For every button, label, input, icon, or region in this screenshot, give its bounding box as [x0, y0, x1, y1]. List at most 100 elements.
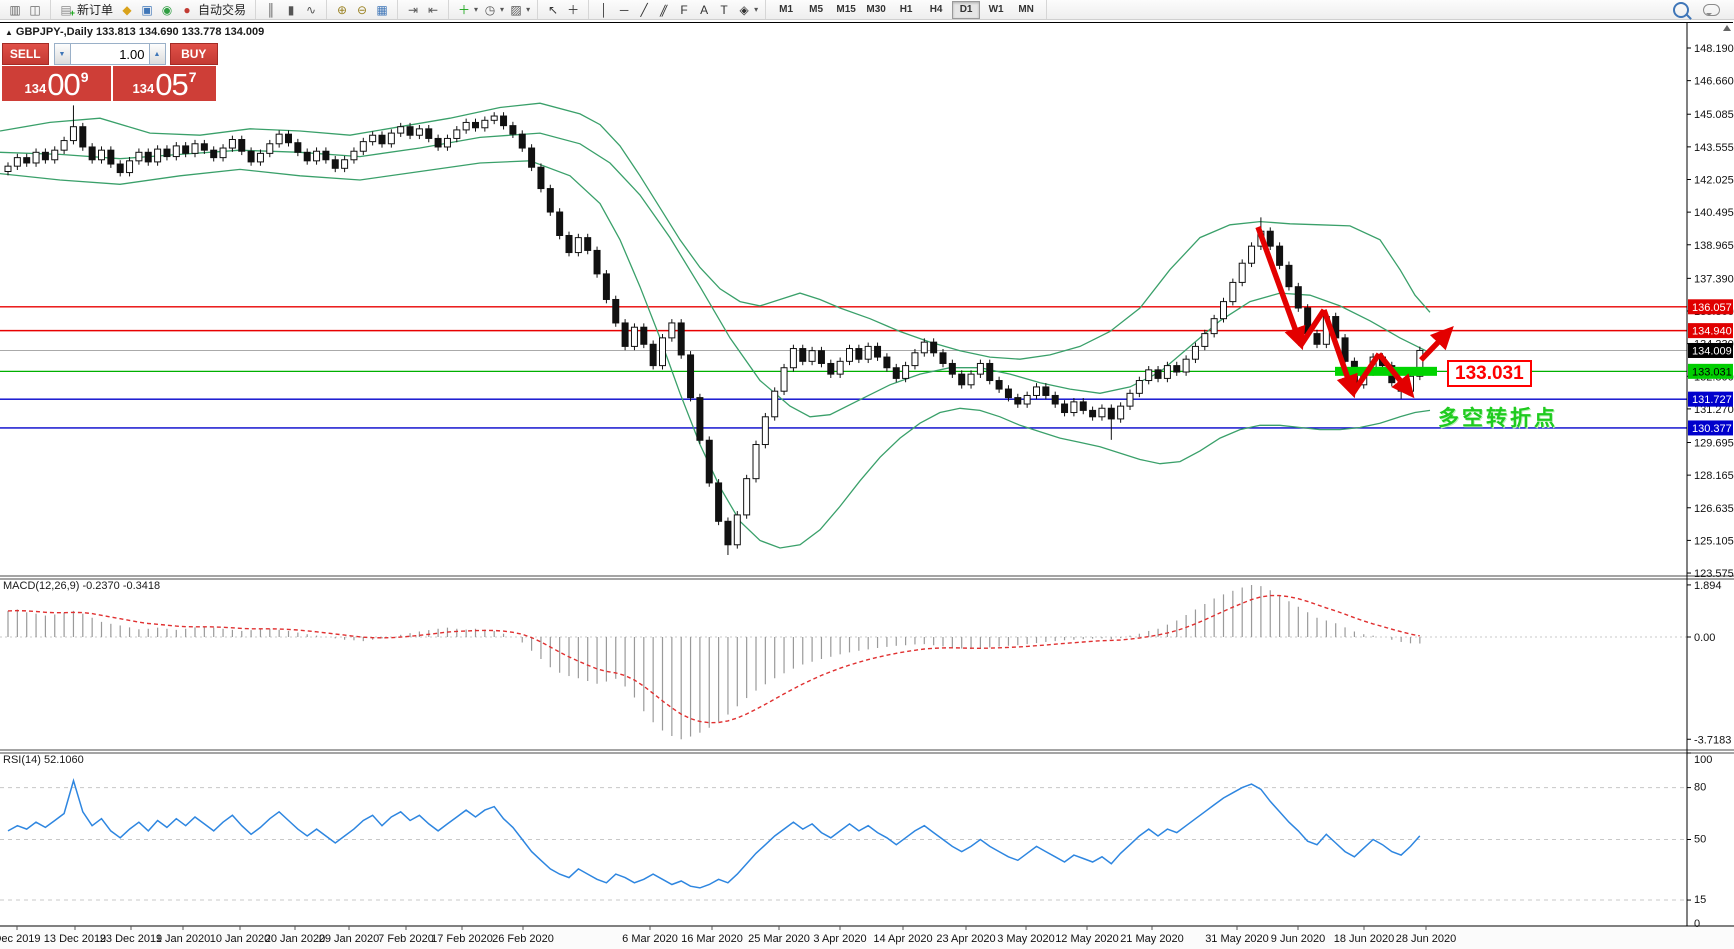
- timeframe-m1[interactable]: M1: [772, 1, 800, 19]
- one-click-trading-panel: SELL ▼ 1.00 ▲ BUY 134 00 9 134 05 7: [2, 43, 218, 101]
- svg-text:140.495: 140.495: [1694, 207, 1734, 219]
- chart-symbol-info: ▲GBPJPY-,Daily 133.813 134.690 133.778 1…: [5, 26, 264, 38]
- svg-text:14 Apr 2020: 14 Apr 2020: [873, 933, 932, 945]
- text-label-icon[interactable]: T: [714, 1, 734, 18]
- volume-input[interactable]: 1.00: [71, 43, 149, 65]
- chart-window[interactable]: 148.190146.660145.085143.555142.025140.4…: [0, 22, 1733, 949]
- svg-text:133.031: 133.031: [1692, 366, 1732, 378]
- text-icon[interactable]: A: [694, 1, 714, 18]
- svg-text:20 Jan 2020: 20 Jan 2020: [265, 933, 326, 945]
- sell-button[interactable]: SELL: [2, 43, 49, 65]
- svg-text:12 May 2020: 12 May 2020: [1055, 933, 1119, 945]
- pivot-note-text[interactable]: 多空转折点: [1438, 402, 1558, 432]
- arrows-objects-icon[interactable]: ◈: [734, 1, 754, 18]
- sell-price-display[interactable]: 134 00 9: [2, 66, 111, 101]
- auto-scroll-icon[interactable]: ⇥: [403, 1, 423, 18]
- tile-windows-icon[interactable]: ▦: [372, 1, 392, 18]
- arrows-objects-icon-caret[interactable]: ▾: [754, 5, 758, 14]
- svg-text:100: 100: [1694, 754, 1712, 766]
- profile-window-icon[interactable]: ▥: [5, 1, 25, 18]
- svg-text:123.575: 123.575: [1694, 568, 1734, 580]
- svg-text:23 Apr 2020: 23 Apr 2020: [936, 933, 995, 945]
- horizontal-line-icon[interactable]: ─: [614, 1, 634, 18]
- svg-text:10 Jan 2020: 10 Jan 2020: [210, 933, 271, 945]
- sell-price-big-figure: 134: [25, 81, 47, 96]
- bar-chart-icon[interactable]: ║: [261, 1, 281, 18]
- vertical-line-icon[interactable]: │: [594, 1, 614, 18]
- zoom-in-icon[interactable]: ⊕: [332, 1, 352, 18]
- svg-text:-3.7183: -3.7183: [1694, 734, 1731, 746]
- svg-text:138.965: 138.965: [1694, 240, 1734, 252]
- trendline-icon[interactable]: ╱: [634, 1, 654, 18]
- equidistant-channel-icon[interactable]: ∥: [654, 1, 674, 18]
- timeframe-h4[interactable]: H4: [922, 1, 950, 19]
- svg-text:129.695: 129.695: [1694, 437, 1734, 449]
- symbol-expander-icon[interactable]: ▲: [5, 28, 13, 37]
- periods-icon-caret[interactable]: ▾: [500, 5, 504, 14]
- svg-text:7 Feb 2020: 7 Feb 2020: [378, 933, 434, 945]
- signals-icon[interactable]: ◉: [157, 1, 177, 18]
- date-axis: Dec 201913 Dec 201923 Dec 20191 Jan 2020…: [0, 926, 1734, 949]
- svg-text:0.00: 0.00: [1694, 632, 1715, 644]
- cursor-icon[interactable]: ↖: [543, 1, 563, 18]
- timeframe-mn[interactable]: MN: [1012, 1, 1040, 19]
- candlestick-chart-icon[interactable]: ▮: [281, 1, 301, 18]
- toolbar-group: ▤+新订单◆▣◉●自动交易: [51, 0, 256, 19]
- autotrading-icon[interactable]: ●: [177, 1, 197, 18]
- volume-decrease-button[interactable]: ▼: [54, 43, 71, 65]
- svg-text:13 Dec 2019: 13 Dec 2019: [44, 933, 106, 945]
- svg-text:126.635: 126.635: [1694, 503, 1734, 515]
- crosshair-icon[interactable]: ＋: [563, 1, 583, 18]
- new-order-label[interactable]: 新订单: [77, 1, 113, 18]
- toolbar-group: ⇥⇤: [398, 0, 449, 19]
- chart-canvas[interactable]: 148.190146.660145.085143.555142.025140.4…: [0, 23, 1734, 949]
- svg-text:26 Feb 2020: 26 Feb 2020: [492, 933, 554, 945]
- timeframe-h1[interactable]: H1: [892, 1, 920, 19]
- toolbar-group: │─╱∥FAT◈▾: [589, 0, 766, 19]
- buy-price-pips: 05: [155, 71, 187, 99]
- new-order-icon[interactable]: ▤+: [56, 1, 76, 18]
- line-chart-icon[interactable]: ∿: [301, 1, 321, 18]
- svg-text:50: 50: [1694, 834, 1706, 846]
- svg-text:137.390: 137.390: [1694, 273, 1734, 285]
- sell-price-point: 9: [81, 69, 89, 85]
- market-watch-icon[interactable]: ▣: [137, 1, 157, 18]
- timeframe-m15[interactable]: M15: [832, 1, 860, 19]
- tick-chart-icon[interactable]: ◫: [25, 1, 45, 18]
- templates-icon-caret[interactable]: ▾: [526, 5, 530, 14]
- timeframe-d1[interactable]: D1: [952, 1, 980, 19]
- svg-text:134.940: 134.940: [1692, 326, 1732, 338]
- toolbar-group: ▥◫: [0, 0, 51, 19]
- indicators-icon[interactable]: ＋: [454, 1, 474, 18]
- chart-shift-icon[interactable]: ⇤: [423, 1, 443, 18]
- toolbar-group: ║▮∿: [256, 0, 327, 19]
- templates-icon[interactable]: ▨: [506, 1, 526, 18]
- symbol-ohlc: 133.813 134.690 133.778 134.009: [96, 26, 264, 38]
- indicators-icon-caret[interactable]: ▾: [474, 5, 478, 14]
- support-price-label[interactable]: 133.031: [1447, 360, 1532, 387]
- svg-text:146.660: 146.660: [1694, 76, 1734, 88]
- timeframe-w1[interactable]: W1: [982, 1, 1010, 19]
- timeframe-m5[interactable]: M5: [802, 1, 830, 19]
- buy-price-big-figure: 134: [133, 81, 155, 96]
- autotrading-label[interactable]: 自动交易: [198, 1, 246, 18]
- buy-button[interactable]: BUY: [170, 43, 218, 65]
- svg-text:128.165: 128.165: [1694, 470, 1734, 482]
- macd-label: MACD(12,26,9) -0.2370 -0.3418: [3, 580, 160, 592]
- support-highlight-bar: [1335, 367, 1437, 376]
- timeframe-m30[interactable]: M30: [862, 1, 890, 19]
- svg-text:3 May 2020: 3 May 2020: [997, 933, 1054, 945]
- periods-icon[interactable]: ◷: [480, 1, 500, 18]
- volume-increase-button[interactable]: ▲: [149, 43, 166, 65]
- svg-text:1 Jan 2020: 1 Jan 2020: [156, 933, 210, 945]
- metaeditor-icon[interactable]: ◆: [117, 1, 137, 18]
- svg-text:125.105: 125.105: [1694, 535, 1734, 547]
- search-icon[interactable]: [1673, 2, 1689, 18]
- toolbar-right-group: [1660, 0, 1734, 19]
- chat-icon[interactable]: [1703, 4, 1720, 16]
- buy-price-display[interactable]: 134 05 7: [113, 66, 216, 101]
- zoom-out-icon[interactable]: ⊖: [352, 1, 372, 18]
- svg-text:21 May 2020: 21 May 2020: [1120, 933, 1184, 945]
- fibonacci-icon[interactable]: F: [674, 1, 694, 18]
- svg-text:130.377: 130.377: [1692, 423, 1732, 435]
